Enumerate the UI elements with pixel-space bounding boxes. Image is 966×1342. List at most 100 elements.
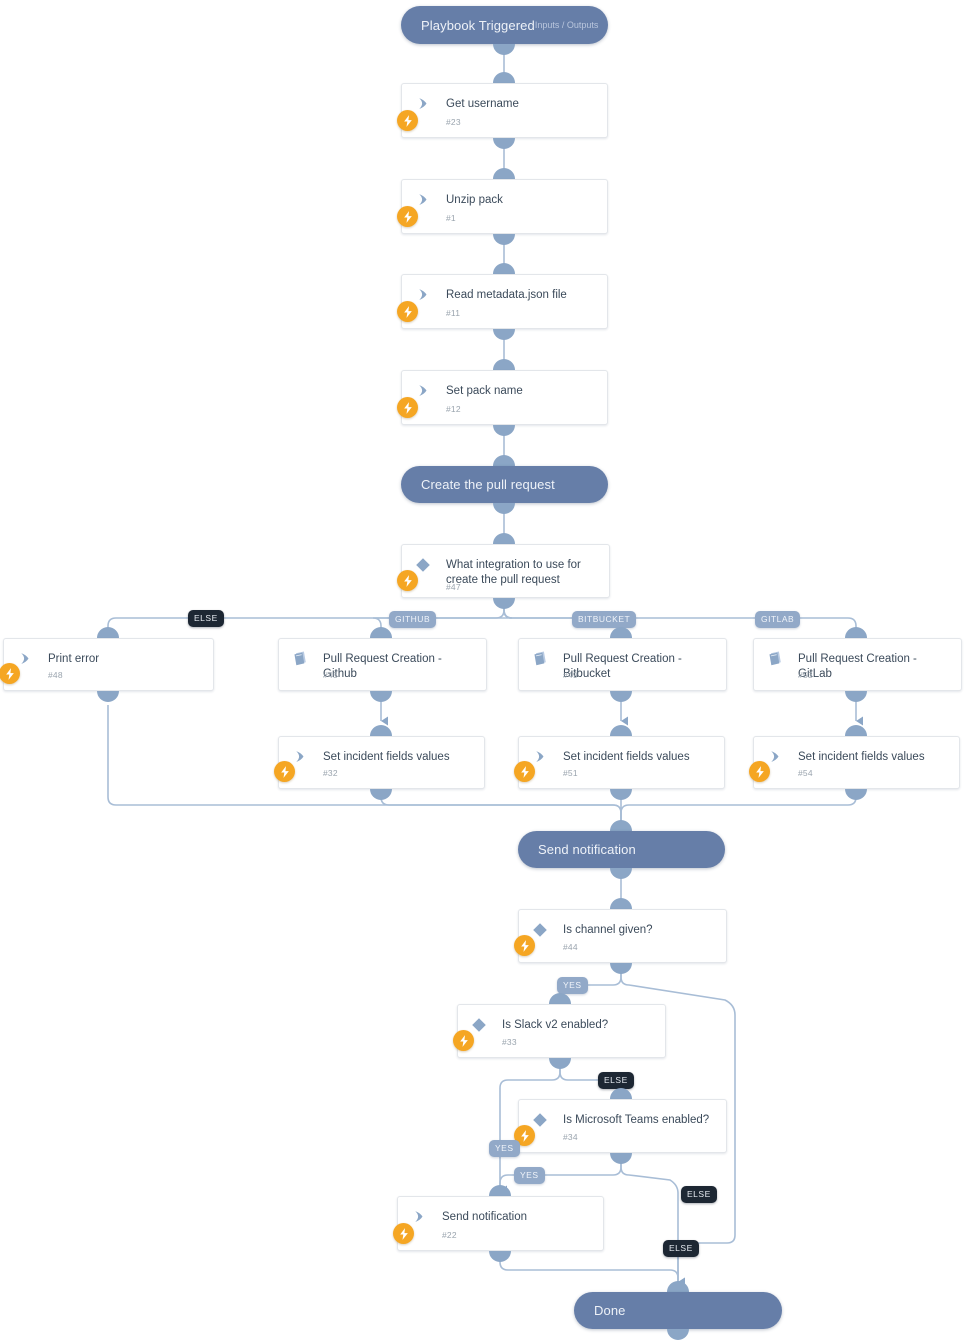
node-done[interactable]: Done: [574, 1292, 782, 1329]
connector-out: [610, 1153, 632, 1164]
bolt-icon: [514, 935, 535, 956]
node-id: #32: [323, 768, 338, 778]
node-print-error[interactable]: Print error #48: [0, 638, 214, 691]
book-icon: [292, 650, 309, 667]
bolt-icon: [397, 397, 418, 418]
node-pull-request-creation-gitlab[interactable]: Pull Request Creation - GitLab #53: [753, 638, 962, 691]
node-id: #47: [446, 582, 461, 592]
chevron-icon: [416, 96, 431, 111]
node-id: #11: [446, 308, 461, 318]
book-icon: [767, 650, 784, 667]
node-playbook-triggered[interactable]: Playbook Triggered Inputs / Outputs: [401, 6, 608, 44]
node-send-notification-task[interactable]: Send notification #22: [393, 1196, 604, 1251]
node-send-notification-section[interactable]: Send notification: [518, 831, 725, 868]
connector-out: [493, 138, 515, 149]
connector-out: [370, 789, 392, 800]
chevron-icon: [18, 651, 33, 666]
node-title: Print error: [48, 653, 100, 665]
node-is-slack-v2-enabled[interactable]: Is Slack v2 enabled? #33: [453, 1004, 666, 1058]
node-set-incident-fields-github[interactable]: Set incident fields values #32: [274, 736, 485, 789]
bolt-icon: [453, 1030, 474, 1051]
node-id: #33: [502, 1037, 517, 1047]
node-set-pack-name[interactable]: Set pack name #12: [397, 370, 608, 425]
node-unzip-pack[interactable]: Unzip pack #1: [397, 179, 608, 234]
node-id: #23: [446, 117, 461, 127]
connector-out: [845, 691, 867, 702]
node-title: Playbook Triggered: [421, 17, 535, 33]
branch-label-github[interactable]: GITHUB: [389, 611, 437, 628]
node-is-microsoft-teams-enabled[interactable]: Is Microsoft Teams enabled? #34: [514, 1099, 727, 1153]
connector-out: [489, 1251, 511, 1262]
node-title: Is channel given?: [563, 924, 653, 936]
node-what-integration-condition[interactable]: What integration to use for create the p…: [397, 544, 610, 598]
branch-label-channel-yes[interactable]: YES: [557, 977, 588, 994]
node-title: Unzip pack: [446, 194, 503, 206]
connector-out: [97, 691, 119, 702]
connector-out: [549, 1058, 571, 1069]
bolt-icon: [397, 301, 418, 322]
connector-in: [610, 1088, 632, 1099]
bolt-icon: [397, 570, 418, 591]
connector-out: [610, 963, 632, 974]
branch-label-slack-yes[interactable]: YES: [489, 1140, 520, 1157]
connector-in: [610, 898, 632, 909]
node-id: #45: [323, 670, 338, 680]
node-is-channel-given[interactable]: Is channel given? #44: [514, 909, 727, 963]
connector-out: [845, 789, 867, 800]
node-id: #22: [442, 1230, 457, 1240]
node-title: Is Slack v2 enabled?: [502, 1019, 609, 1031]
node-title: Pull Request Creation - Bitbucket: [563, 653, 682, 680]
node-id: #12: [446, 404, 461, 414]
node-create-pull-request-section[interactable]: Create the pull request: [401, 466, 608, 503]
connector-in: [370, 627, 392, 638]
connector-in: [610, 725, 632, 736]
connector-out: [493, 329, 515, 340]
node-title: Get username: [446, 98, 519, 110]
node-id: #34: [563, 1132, 578, 1142]
chevron-icon: [416, 383, 431, 398]
inputs-outputs-label[interactable]: Inputs / Outputs: [535, 20, 599, 30]
node-id: #44: [563, 942, 578, 952]
connector-in: [610, 627, 632, 638]
node-id: #53: [798, 670, 813, 680]
branch-label-else-integration[interactable]: ELSE: [188, 610, 224, 627]
connector-in: [493, 455, 515, 466]
node-title: Is Microsoft Teams enabled?: [563, 1114, 710, 1126]
node-read-metadata[interactable]: Read metadata.json file #11: [397, 274, 608, 329]
node-pull-request-creation-github[interactable]: Pull Request Creation - Github #45: [278, 638, 487, 691]
branch-label-slack-else[interactable]: ELSE: [598, 1072, 634, 1089]
node-set-incident-fields-bitbucket[interactable]: Set incident fields values #51: [514, 736, 725, 789]
bolt-icon: [397, 206, 418, 227]
node-title: Set pack name: [446, 385, 523, 397]
connector-in: [493, 168, 515, 179]
branch-label-bitbucket[interactable]: BITBUCKET: [572, 611, 637, 628]
branch-label-gitlab[interactable]: GITLAB: [755, 611, 801, 628]
connector-in: [667, 1281, 689, 1292]
node-title: Send notification: [538, 842, 636, 857]
node-title: Send notification: [442, 1211, 528, 1223]
chevron-icon: [533, 749, 548, 764]
chevron-icon: [416, 287, 431, 302]
diamond-icon: [415, 557, 431, 573]
diamond-icon: [532, 1112, 548, 1128]
node-title: Set incident fields values: [563, 751, 690, 763]
node-get-username[interactable]: Get username #23: [397, 83, 608, 138]
node-title: Done: [594, 1303, 626, 1318]
node-id: #54: [798, 768, 813, 778]
connector-in: [549, 993, 571, 1004]
connector-out: [493, 234, 515, 245]
connector-in: [845, 725, 867, 736]
chevron-icon: [416, 192, 431, 207]
chevron-icon: [412, 1209, 427, 1224]
branch-label-teams-else[interactable]: ELSE: [681, 1186, 717, 1203]
node-pull-request-creation-bitbucket[interactable]: Pull Request Creation - Bitbucket #49: [518, 638, 727, 691]
node-set-incident-fields-gitlab[interactable]: Set incident fields values #54: [749, 736, 960, 789]
connector-in: [610, 820, 632, 831]
connector-in: [97, 627, 119, 638]
branch-label-channel-else[interactable]: ELSE: [663, 1240, 699, 1257]
book-icon: [532, 650, 549, 667]
bolt-icon: [514, 761, 535, 782]
connector-in: [489, 1185, 511, 1196]
node-title: What integration to use for create the p…: [446, 559, 581, 586]
branch-label-teams-yes[interactable]: YES: [514, 1167, 545, 1184]
